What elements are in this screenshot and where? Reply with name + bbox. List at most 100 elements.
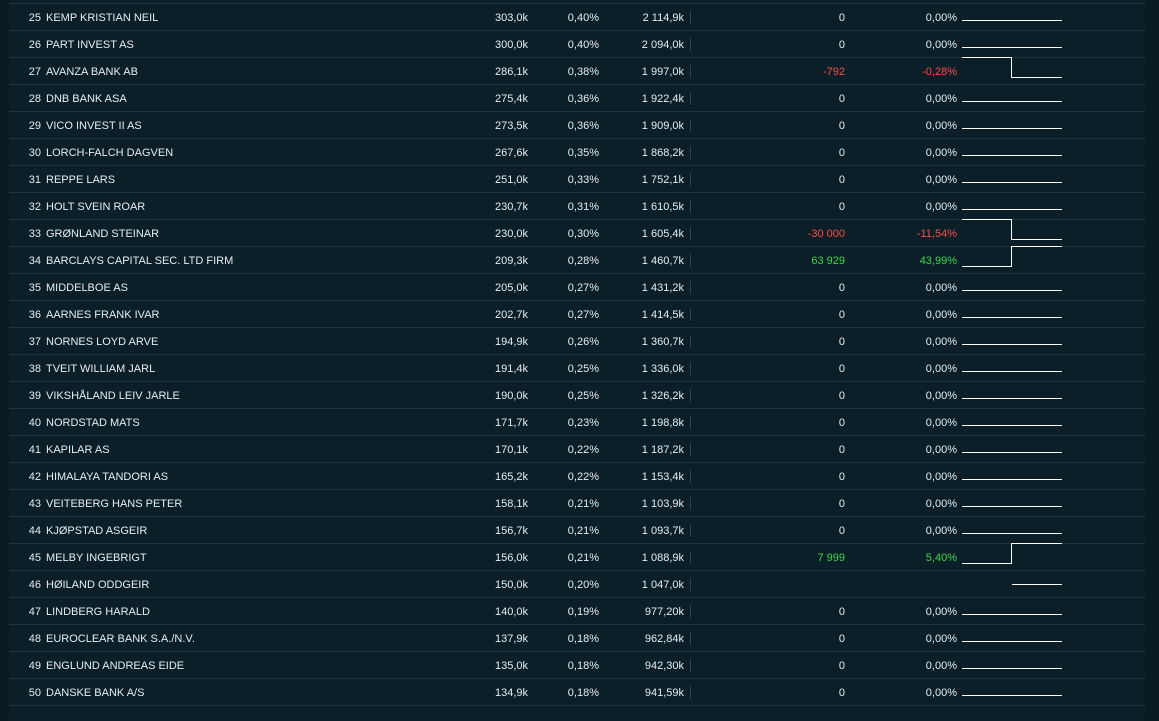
table-row[interactable]: 49 ENGLUND ANDREAS EIDE 135,0k 0,18% 942,30k…	[9, 652, 1145, 679]
share-count: 170,1k	[494, 444, 528, 456]
holding-value: 1 909,0k	[641, 120, 684, 132]
ownership-percent: 0,19%	[567, 606, 599, 618]
ownership-percent: 0,30%	[567, 228, 599, 240]
table-row[interactable]: 42 HIMALAYA TANDORI AS 165,2k 0,22% 1 153,4k…	[9, 463, 1145, 490]
ownership-percent: 0,18%	[567, 633, 599, 645]
trend-sparkline	[962, 695, 1062, 696]
table-row[interactable]: 44 KJØPSTAD ASGEIR 156,7k 0,21% 1 093,7k 0 0,0…	[9, 517, 1145, 544]
holding-value: 1 868,2k	[641, 147, 684, 159]
share-count: 275,4k	[494, 93, 528, 105]
table-row[interactable]: 35 MIDDELBOE AS 205,0k 0,27% 1 431,2k 0 0,00%	[9, 274, 1145, 301]
holding-value: 962,84k	[644, 633, 684, 645]
table-row[interactable]: 30 LORCH-FALCH DAGVEN 267,6k 0,35% 1 868,2k 0…	[9, 139, 1145, 166]
table-row[interactable]: 50 DANSKE BANK A/S 134,9k 0,18% 941,59k 0 0,00…	[9, 679, 1145, 706]
holding-value: 977,20k	[644, 606, 684, 618]
trend-sparkline	[962, 57, 1062, 78]
table-row[interactable]: 28 DNB BANK ASA 275,4k 0,36% 1 922,4k 0 0,00%	[9, 85, 1145, 112]
column-divider	[690, 551, 691, 564]
trend-line	[962, 219, 1062, 240]
trend-sparkline	[962, 398, 1062, 399]
shareholder-name: AVANZA BANK AB	[46, 66, 138, 78]
shareholder-name: LORCH-FALCH DAGVEN	[46, 147, 174, 159]
share-count: 158,1k	[494, 498, 528, 510]
share-change-percent: 43,99%	[919, 255, 957, 267]
share-change: 0	[838, 39, 845, 51]
row-rank: 46	[28, 579, 41, 591]
column-divider	[690, 389, 691, 402]
share-change: -792	[822, 66, 845, 78]
share-change: 0	[838, 498, 845, 510]
table-row[interactable]: 40 NORDSTAD MATS 171,7k 0,23% 1 198,8k 0 0,00%	[9, 409, 1145, 436]
table-row[interactable]: 47 LINDBERG HARALD 140,0k 0,19% 977,20k 0 0,00…	[9, 598, 1145, 625]
trend-sparkline	[962, 128, 1062, 129]
trend-sparkline	[962, 533, 1062, 534]
shareholder-name: ENGLUND ANDREAS EIDE	[46, 660, 185, 672]
holding-value: 1 198,8k	[641, 417, 684, 429]
share-count: 205,0k	[494, 282, 528, 294]
table-row[interactable]: 36 AARNES FRANK IVAR 202,7k 0,27% 1 414,5k 0 0…	[9, 301, 1145, 328]
holding-value: 1 187,2k	[641, 444, 684, 456]
shareholder-name: KAPILAR AS	[46, 444, 110, 456]
holding-value: 1 088,9k	[641, 552, 684, 564]
table-row[interactable]: 41 KAPILAR AS 170,1k 0,22% 1 187,2k 0 0,00%	[9, 436, 1145, 463]
row-rank: 48	[28, 633, 41, 645]
share-count: 156,7k	[494, 525, 528, 537]
column-divider	[690, 362, 691, 375]
ownership-percent: 0,25%	[567, 363, 599, 375]
row-rank: 26	[28, 39, 41, 51]
table-row[interactable]: 39 VIKSHÅLAND LEIV JARLE 190,0k 0,25% 1 326,…	[9, 382, 1145, 409]
table-row[interactable]: 43 VEITEBERG HANS PETER 158,1k 0,21% 1 103,9…	[9, 490, 1145, 517]
share-change-percent: 0,00%	[925, 633, 957, 645]
trend-sparkline	[962, 246, 1062, 267]
table-row[interactable]: 31 REPPE LARS 251,0k 0,33% 1 752,1k 0 0,00%	[9, 166, 1145, 193]
table-row[interactable]: 48 EUROCLEAR BANK S.A./N.V. 137,9k 0,18% 962…	[9, 625, 1145, 652]
column-divider	[690, 416, 691, 429]
ownership-percent: 0,25%	[567, 390, 599, 402]
row-rank: 42	[28, 471, 41, 483]
row-rank: 38	[28, 363, 41, 375]
share-change: 0	[838, 687, 845, 699]
share-count: 286,1k	[494, 66, 528, 78]
row-rank: 40	[28, 417, 41, 429]
shareholder-name: HØILAND ODDGEIR	[46, 579, 150, 591]
table-row[interactable]: 46 HØILAND ODDGEIR 150,0k 0,20% 1 047,0k	[9, 571, 1145, 598]
share-change-percent: 0,00%	[925, 363, 957, 375]
column-divider	[690, 173, 691, 186]
shareholder-name: MIDDELBOE AS	[46, 282, 128, 294]
share-change: 0	[838, 147, 845, 159]
share-change: 0	[838, 471, 845, 483]
trend-sparkline	[962, 641, 1062, 642]
share-count: 230,7k	[494, 201, 528, 213]
share-count: 140,0k	[494, 606, 528, 618]
table-row[interactable]: 38 TVEIT WILLIAM JARL 191,4k 0,25% 1 336,0k 0…	[9, 355, 1145, 382]
table-row[interactable]: 45 MELBY INGEBRIGT 156,0k 0,21% 1 088,9k 7 99…	[9, 543, 1145, 571]
table-row[interactable]: 32 HOLT SVEIN ROAR 230,7k 0,31% 1 610,5k 0 0,0…	[9, 193, 1145, 220]
share-change-percent: 0,00%	[925, 93, 957, 105]
shareholder-name: TVEIT WILLIAM JARL	[46, 363, 156, 375]
column-divider	[690, 686, 691, 699]
table-row[interactable]: 37 NORNES LOYD ARVE 194,9k 0,26% 1 360,7k 0 0,…	[9, 328, 1145, 355]
table-row[interactable]: 29 VICO INVEST II AS 273,5k 0,36% 1 909,0k 0 0…	[9, 112, 1145, 139]
share-change: 0	[838, 336, 845, 348]
ownership-percent: 0,21%	[567, 552, 599, 564]
table-row[interactable]: 25 KEMP KRISTIAN NEIL 303,0k 0,40% 2 114,9k 0…	[9, 4, 1145, 31]
table-row[interactable]: 34 BARCLAYS CAPITAL SEC. LTD FIRM 209,3k 0,…	[9, 246, 1145, 274]
share-change-percent: 0,00%	[925, 444, 957, 456]
holding-value: 1 922,4k	[641, 93, 684, 105]
shareholder-name: KJØPSTAD ASGEIR	[46, 525, 148, 537]
ownership-percent: 0,38%	[567, 66, 599, 78]
share-change: 0	[838, 606, 845, 618]
table-row[interactable]: 33 GRØNLAND STEINAR 230,0k 0,30% 1 605,4k -30…	[9, 219, 1145, 247]
share-change-percent: 0,00%	[925, 471, 957, 483]
table-row[interactable]: 26 PART INVEST AS 300,0k 0,40% 2 094,0k 0 0,00…	[9, 31, 1145, 58]
holding-value: 1 752,1k	[641, 174, 684, 186]
share-change-percent: -0,28%	[922, 66, 957, 78]
share-change-percent: 0,00%	[925, 201, 957, 213]
holding-value: 942,30k	[644, 660, 684, 672]
share-count: 194,9k	[494, 336, 528, 348]
share-change-percent: 0,00%	[925, 525, 957, 537]
row-rank: 29	[28, 120, 41, 132]
table-row[interactable]: 27 AVANZA BANK AB 286,1k 0,38% 1 997,0k -792 -…	[9, 57, 1145, 85]
row-rank: 35	[28, 282, 41, 294]
share-change: 0	[838, 390, 845, 402]
